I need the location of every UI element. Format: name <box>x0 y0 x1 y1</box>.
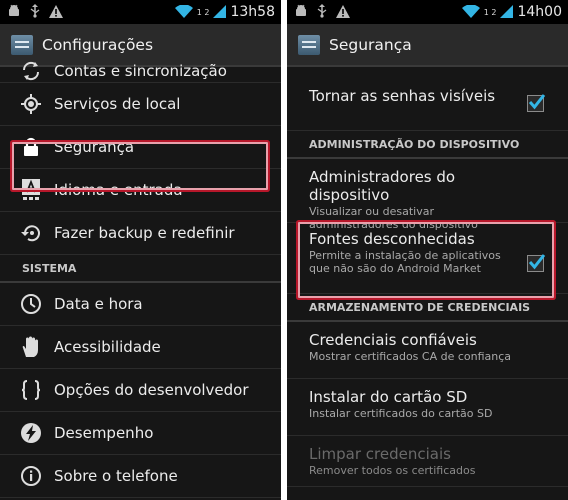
performance-icon <box>18 420 44 446</box>
settings-item-backup[interactable]: Fazer backup e redefinir <box>0 212 281 255</box>
status-clock: 13h58 <box>230 4 275 20</box>
settings-item-developer[interactable]: Opções do desenvolvedor <box>0 369 281 412</box>
settings-item-label: Fazer backup e redefinir <box>54 224 235 242</box>
wifi-icon <box>461 3 480 22</box>
settings-app-icon[interactable] <box>11 34 33 55</box>
pref-title: Administradores do dispositivo <box>309 168 456 204</box>
android-debug-icon <box>294 3 308 22</box>
sync-icon <box>18 58 44 84</box>
security-list: Tornar as senhas visíveis ADMINISTRAÇÃO … <box>287 67 568 487</box>
lock-icon <box>18 134 44 160</box>
settings-item-label: Contas e sincronização <box>54 61 227 80</box>
pref-install-from-sd[interactable]: Instalar do cartão SD Instalar certifica… <box>287 379 568 436</box>
clock-icon <box>18 291 44 317</box>
settings-app-icon[interactable] <box>298 34 320 55</box>
warning-icon <box>336 3 350 22</box>
section-header-device-admin: ADMINISTRAÇÃO DO DISPOSITIVO <box>287 131 568 159</box>
braces-icon <box>18 377 44 403</box>
usb-icon <box>29 3 41 22</box>
location-icon <box>18 91 44 117</box>
pref-summary: Instalar certificados do cartão SD <box>309 407 493 420</box>
pref-device-administrators[interactable]: Administradores do dispositivo Visualiza… <box>287 159 568 230</box>
settings-item-language[interactable]: Idioma e entrada <box>0 169 281 212</box>
pref-trusted-credentials[interactable]: Credenciais confiáveis Mostrar certifica… <box>287 322 568 379</box>
signal-icon <box>500 3 514 22</box>
settings-item-label: Opções do desenvolvedor <box>54 381 249 399</box>
settings-item-label: Data e hora <box>54 295 143 313</box>
page-title: Segurança <box>329 35 412 54</box>
warning-icon <box>49 3 63 22</box>
status-clock: 14h00 <box>517 4 562 20</box>
hand-icon <box>18 334 44 360</box>
pref-summary: Permite a instalação de aplicativos que … <box>309 249 501 275</box>
pref-title: Limpar credenciais <box>309 445 451 463</box>
page-title: Configurações <box>42 35 154 54</box>
settings-item-label: Serviços de local <box>54 95 181 113</box>
usb-icon <box>316 3 328 22</box>
info-icon <box>18 463 44 489</box>
settings-item-security[interactable]: Segurança <box>0 126 281 169</box>
backup-restore-icon <box>18 220 44 246</box>
pref-title: Fontes desconhecidas <box>309 230 475 248</box>
settings-item-label: Idioma e entrada <box>54 181 183 199</box>
pref-title: Credenciais confiáveis <box>309 331 477 349</box>
status-bar: 1 2 13h58 <box>0 0 281 24</box>
settings-item-performance[interactable]: Desempenho <box>0 412 281 455</box>
settings-item-label: Segurança <box>54 138 135 156</box>
settings-item-label: Acessibilidade <box>54 338 161 356</box>
network-indicator: 1 2 <box>196 7 210 17</box>
settings-item-date-time[interactable]: Data e hora <box>0 283 281 326</box>
signal-icon <box>213 3 227 22</box>
pref-title: Tornar as senhas visíveis <box>309 87 496 105</box>
language-icon <box>18 177 44 203</box>
pref-title: Instalar do cartão SD <box>309 388 468 406</box>
section-header-system: SISTEMA <box>0 255 281 283</box>
settings-screen: 1 2 13h58 Configurações Contas e sincron… <box>0 0 281 500</box>
settings-item-label: Desempenho <box>54 424 154 442</box>
network-indicator: 1 2 <box>483 7 497 17</box>
settings-list: Contas e sincronização Serviços de local… <box>0 61 281 498</box>
section-header-credentials: ARMAZENAMENTO DE CREDENCIAIS <box>287 294 568 322</box>
wifi-icon <box>174 3 193 22</box>
settings-item-about[interactable]: Sobre o telefone <box>0 455 281 498</box>
action-bar: Segurança <box>287 24 568 67</box>
settings-item-location[interactable]: Serviços de local <box>0 83 281 126</box>
android-debug-icon <box>7 3 21 22</box>
status-bar: 1 2 14h00 <box>287 0 568 24</box>
pref-unknown-sources[interactable]: Fontes desconhecidas Permite a instalaçã… <box>287 223 568 294</box>
pref-show-passwords[interactable]: Tornar as senhas visíveis <box>287 67 568 131</box>
unknown-sources-checkbox[interactable] <box>527 254 546 272</box>
pref-summary: Mostrar certificados CA de confiança <box>309 350 512 363</box>
settings-item-accessibility[interactable]: Acessibilidade <box>0 326 281 369</box>
security-screen: 1 2 14h00 Segurança Tornar as senhas vis… <box>287 0 568 500</box>
pref-clear-credentials: Limpar credenciais Remover todos os cert… <box>287 436 568 487</box>
settings-item-label: Sobre o telefone <box>54 467 178 485</box>
show-passwords-checkbox[interactable] <box>527 94 546 112</box>
settings-item-accounts[interactable]: Contas e sincronização <box>0 59 281 83</box>
pref-summary: Remover todos os certificados <box>309 464 476 477</box>
